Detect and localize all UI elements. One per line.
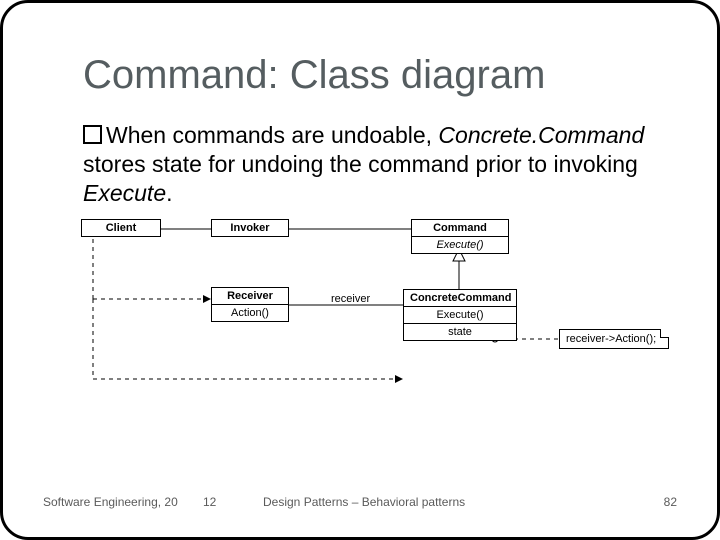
bullet-text: When commands are undoable, Concrete.Com… — [83, 121, 663, 207]
class-receiver: Receiver Action() — [211, 287, 289, 322]
class-client: Client — [81, 219, 161, 237]
class-concrete-attr: state — [404, 324, 516, 340]
bullet-suffix: . — [166, 180, 172, 206]
class-receiver-op: Action() — [212, 305, 288, 321]
diagram-connectors — [81, 219, 663, 419]
class-command: Command Execute() — [411, 219, 509, 254]
uml-note: receiver->Action(); — [559, 329, 669, 349]
class-client-name: Client — [82, 220, 160, 236]
footer-mid-2: Design Patterns – Behavioral patterns — [263, 495, 465, 509]
class-concretecommand: ConcreteCommand Execute() state — [403, 289, 517, 341]
class-concrete-name: ConcreteCommand — [404, 290, 516, 307]
bullet-italic-1: Concrete.Command — [438, 122, 644, 148]
assoc-label-receiver: receiver — [331, 293, 370, 305]
page-title: Command: Class diagram — [83, 53, 545, 98]
uml-diagram: Client Invoker Command Execute() Receive… — [81, 219, 663, 419]
class-command-name: Command — [412, 220, 508, 237]
footer-left: Software Engineering, 20 — [43, 495, 178, 509]
class-invoker: Invoker — [211, 219, 289, 237]
class-concrete-op: Execute() — [404, 307, 516, 324]
slide-frame: Command: Class diagram When commands are… — [0, 0, 720, 540]
class-invoker-name: Invoker — [212, 220, 288, 236]
class-command-op: Execute() — [412, 237, 508, 253]
bullet-box-icon — [83, 125, 102, 144]
footer-page-number: 82 — [664, 495, 677, 509]
bullet-mid: stores state for undoing the command pri… — [83, 151, 638, 177]
class-receiver-name: Receiver — [212, 288, 288, 305]
footer-mid-1: 12 — [203, 495, 216, 509]
bullet-prefix: When commands are undoable, — [106, 122, 438, 148]
bullet-italic-2: Execute — [83, 180, 166, 206]
